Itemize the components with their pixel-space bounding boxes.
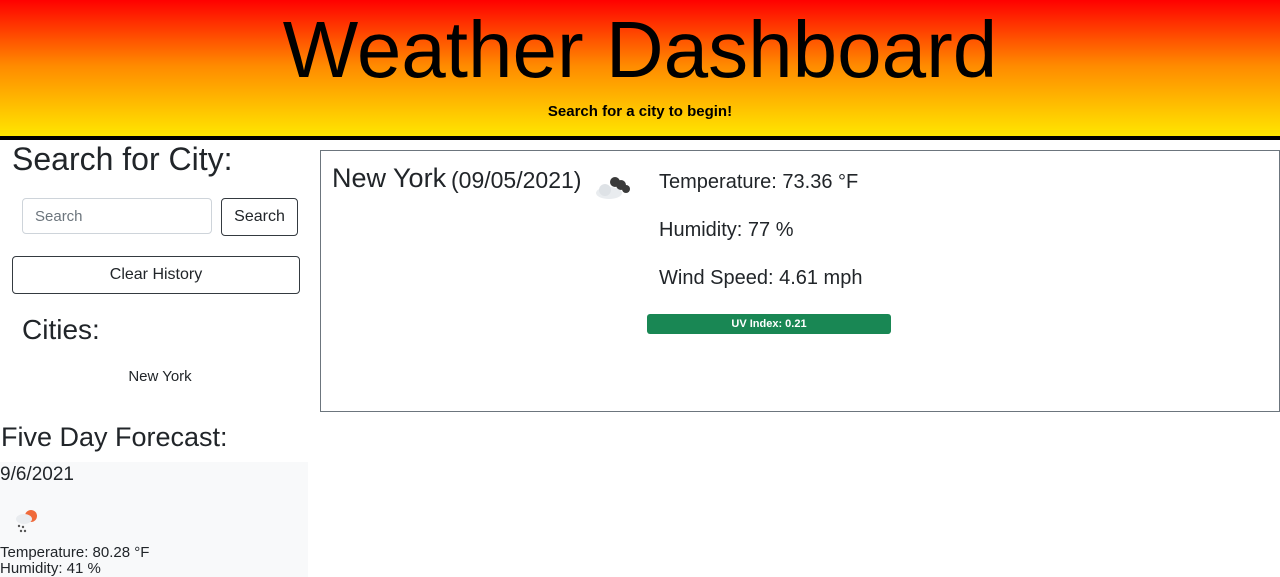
page-title: Weather Dashboard	[282, 5, 998, 94]
clear-history-button[interactable]: Clear History	[12, 256, 300, 294]
forecast-humidity: Humidity: 41 %	[0, 560, 101, 577]
cities-title: Cities:	[22, 314, 100, 345]
search-input[interactable]	[22, 198, 212, 234]
page-subtitle: Search for a city to begin!	[547, 103, 733, 120]
current-date: (09/05/2021)	[451, 167, 582, 193]
forecast-temperature: Temperature: 80.28 °F	[0, 544, 150, 561]
broken-clouds-icon	[593, 167, 637, 208]
search-title: Search for City:	[12, 141, 233, 177]
city-history-item[interactable]: New York	[12, 368, 308, 385]
forecast-day-card: 9/6/2021 Temperature: 80.28 °F Humidity:…	[0, 462, 308, 577]
forecast-date: 9/6/2021	[0, 464, 74, 485]
current-weather-card: New York (09/05/2021) Temperature: 73.36…	[320, 150, 1280, 412]
current-city: New York	[332, 163, 447, 193]
current-wind-speed: Wind Speed: 4.61 mph	[659, 267, 863, 289]
search-button[interactable]: Search	[221, 198, 298, 236]
forecast-title: Five Day Forecast:	[1, 422, 228, 452]
current-temperature: Temperature: 73.36 °F	[659, 171, 859, 193]
uv-index-badge: UV Index: 0.21	[647, 314, 891, 334]
current-humidity: Humidity: 77 %	[659, 219, 794, 241]
page-header: Weather Dashboard Search for a city to b…	[0, 0, 1280, 140]
rain-sun-icon	[10, 506, 42, 541]
